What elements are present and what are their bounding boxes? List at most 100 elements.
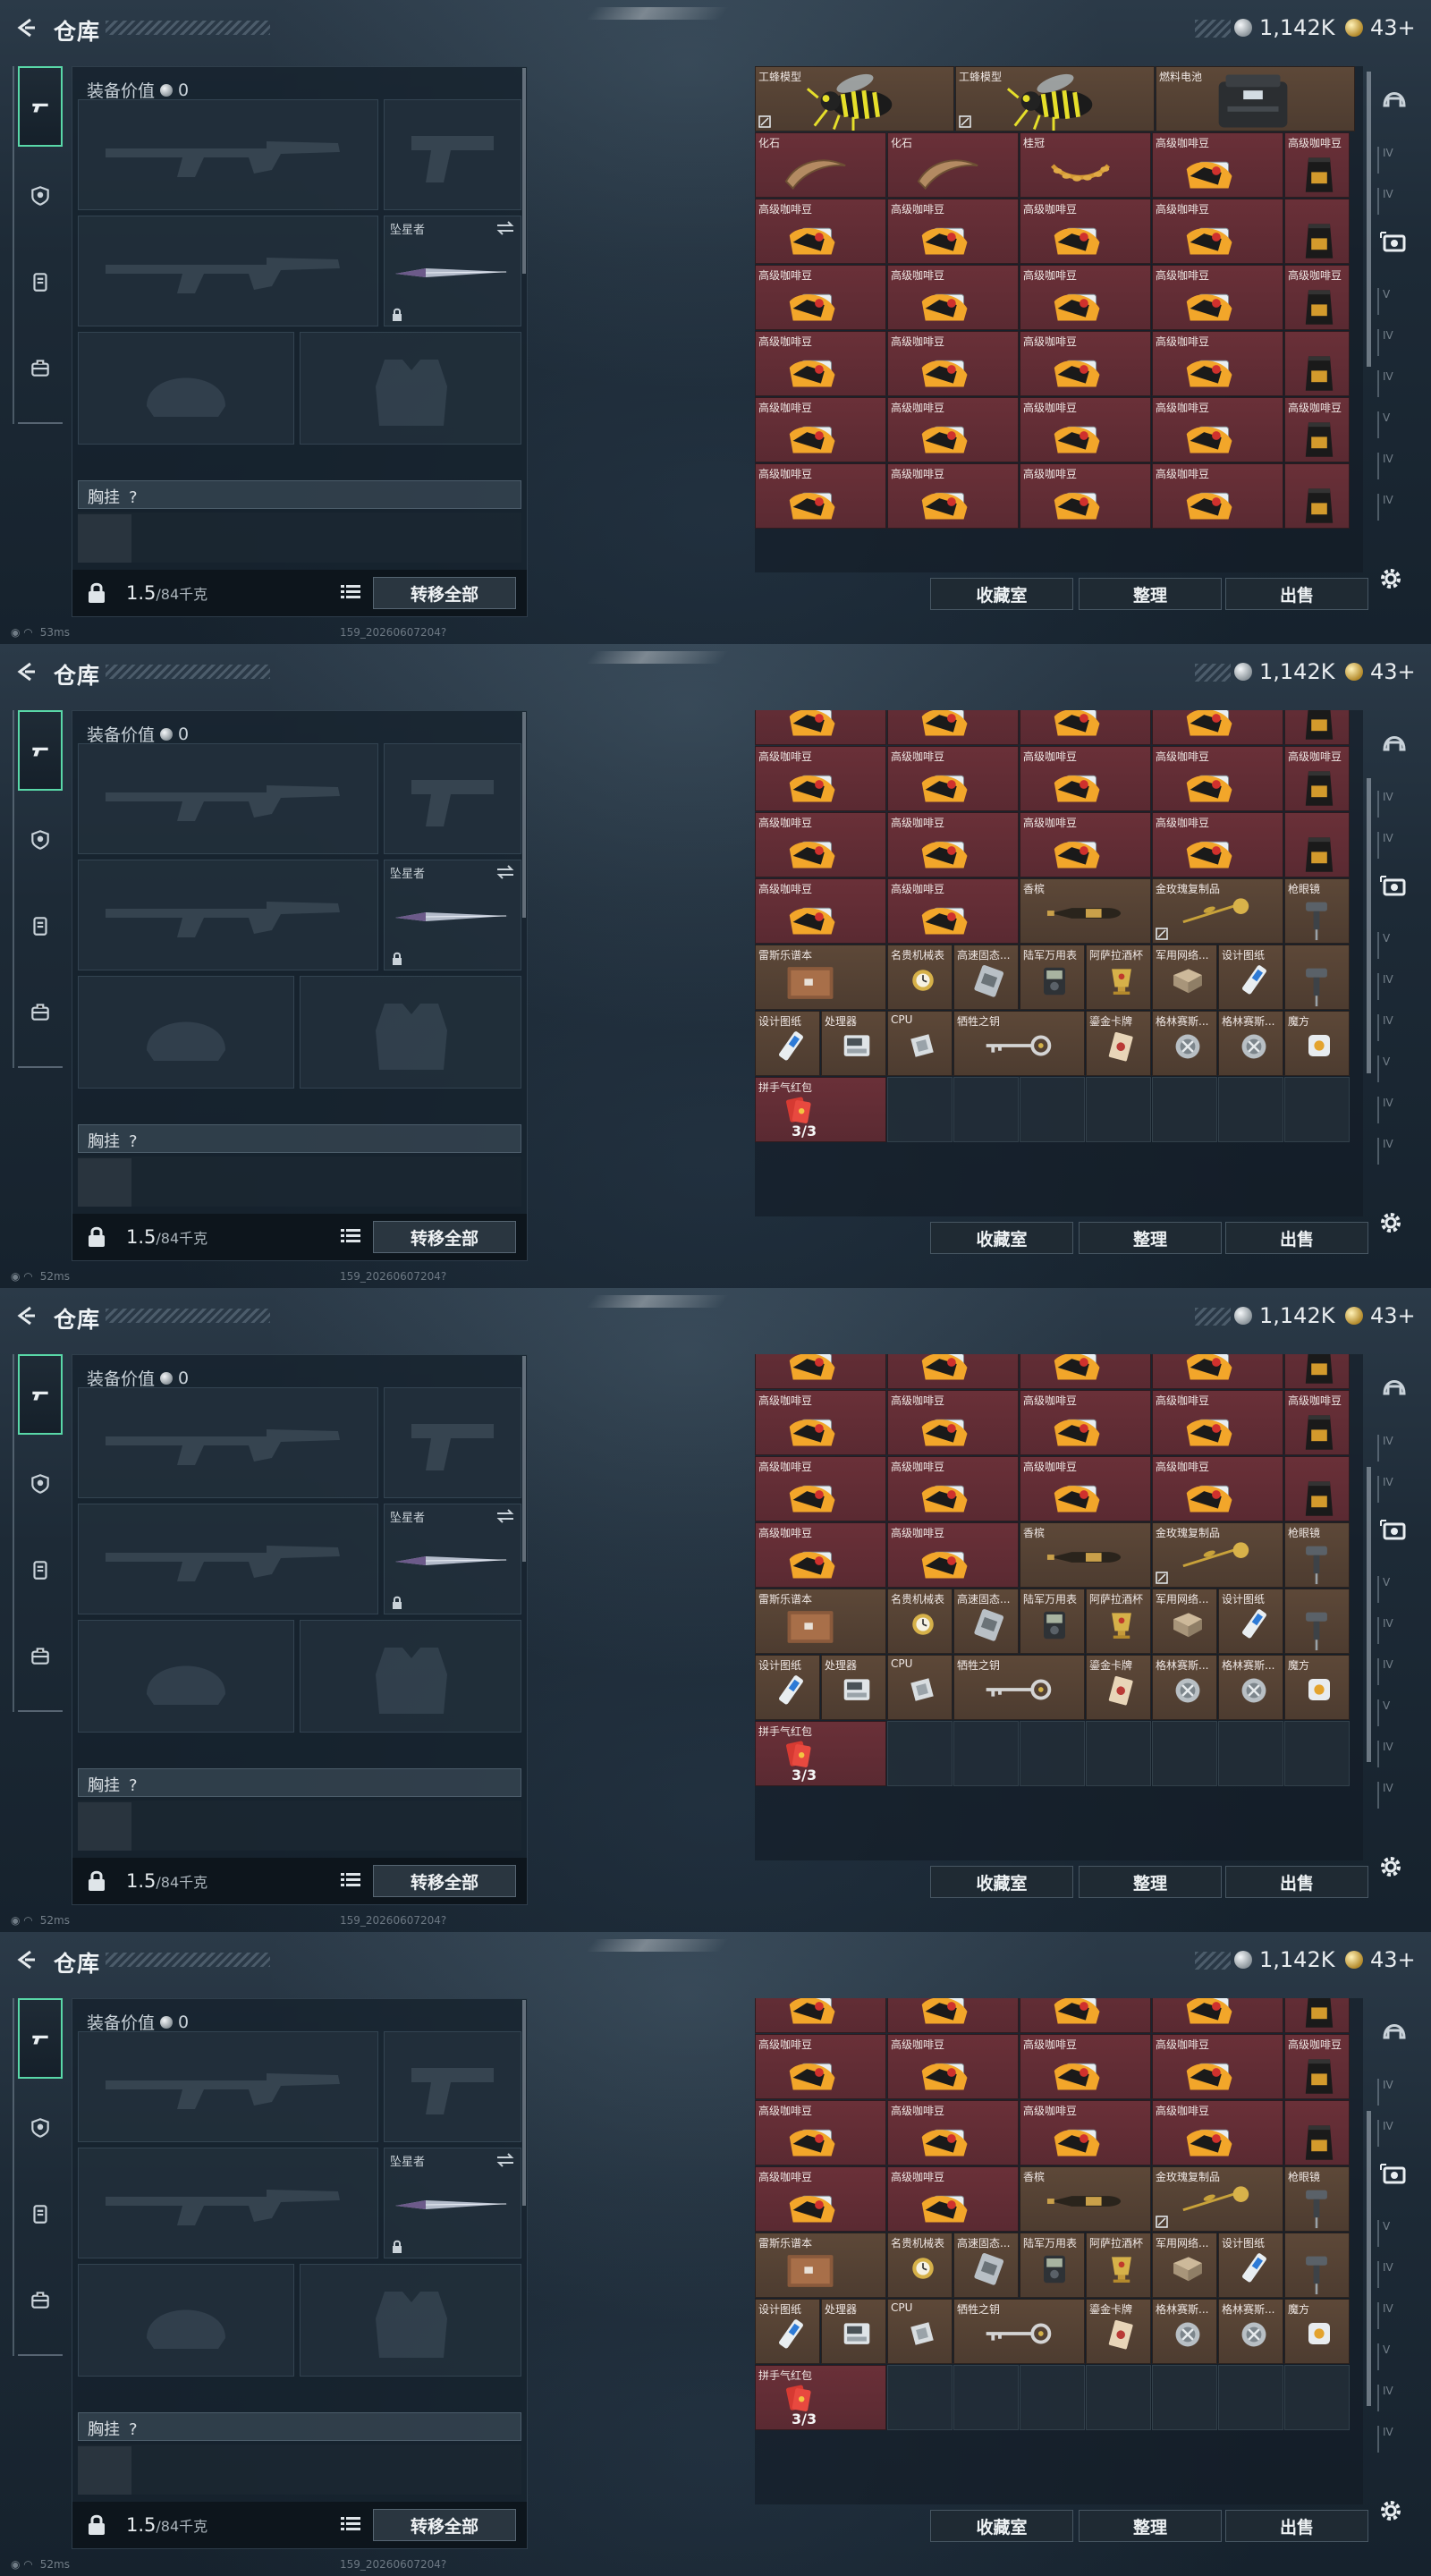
list-icon[interactable] <box>341 1872 360 1888</box>
inventory-item[interactable]: 高级咖啡豆 <box>1284 265 1350 330</box>
inventory-item[interactable]: 高级咖啡豆 <box>1020 1998 1151 2033</box>
tab-chest-rig[interactable] <box>18 1530 63 1610</box>
inventory-item[interactable]: 高级咖啡豆 <box>1284 132 1350 198</box>
inventory-item[interactable]: 军用网络... <box>1152 1589 1217 1654</box>
equipment-scrollbar[interactable] <box>522 1356 526 1562</box>
level-filter[interactable]: IV <box>1377 1782 1410 1809</box>
inventory-item[interactable]: 香槟 <box>1020 878 1151 944</box>
inventory-item[interactable]: 高级咖啡豆 <box>755 1998 886 2033</box>
inventory-item[interactable]: 高级咖啡豆 <box>887 397 1019 462</box>
inventory-item[interactable]: 陆军万用表 <box>1020 1589 1085 1654</box>
sort-button[interactable]: 整理 <box>1079 1866 1222 1898</box>
armor-slot[interactable] <box>300 1620 521 1733</box>
level-filter[interactable]: V <box>1377 1055 1410 1082</box>
inventory-item[interactable]: 燃料电池 <box>1156 66 1355 131</box>
inventory-item[interactable]: 高级咖啡豆 <box>1152 1354 1283 1389</box>
chest-rig-header[interactable]: 胸挂? <box>78 1124 521 1153</box>
inventory-item[interactable]: 高级咖啡豆 <box>1152 746 1283 811</box>
sell-button[interactable]: 出售 <box>1225 1866 1368 1898</box>
tab-chest-rig[interactable] <box>18 886 63 966</box>
inventory-item[interactable]: 金玫瑰复制品 <box>1152 2166 1283 2232</box>
inventory-item[interactable]: 高级咖啡豆 <box>887 331 1019 396</box>
level-filter[interactable]: V <box>1377 2220 1410 2247</box>
inventory-item[interactable]: 魔方 <box>1284 2299 1350 2364</box>
inventory-item[interactable]: 高级咖啡豆 <box>1152 397 1283 462</box>
inventory-item[interactable]: 格林赛斯... <box>1152 2299 1217 2364</box>
inventory-item[interactable]: 高级咖啡豆 <box>755 710 886 745</box>
level-filter[interactable]: IV <box>1377 1741 1410 1767</box>
level-filter[interactable]: V <box>1377 2343 1410 2370</box>
inventory-item[interactable]: 高级咖啡豆 <box>755 331 886 396</box>
helmet-filter-icon[interactable] <box>1379 1370 1410 1401</box>
inventory-item[interactable] <box>1284 945 1350 1010</box>
inventory-item[interactable]: 高级咖啡豆 <box>887 199 1019 264</box>
level-filter[interactable]: IV <box>1377 1138 1410 1165</box>
scan-filter-icon[interactable] <box>1379 1515 1410 1546</box>
melee-slot[interactable]: 坠星者 <box>384 2148 521 2258</box>
inventory-item[interactable]: 阿萨拉酒杯 <box>1086 1589 1151 1654</box>
inventory-item[interactable]: 高级咖啡豆 <box>755 2166 886 2232</box>
level-filter[interactable]: IV <box>1377 453 1410 479</box>
level-filter[interactable]: V <box>1377 411 1410 438</box>
level-filter[interactable]: IV <box>1377 1476 1410 1503</box>
inventory-item[interactable]: 金玫瑰复制品 <box>1152 1522 1283 1588</box>
secondary-weapon-slot[interactable] <box>78 860 378 970</box>
melee-slot[interactable]: 坠星者 <box>384 1504 521 1614</box>
inventory-item[interactable]: 阿萨拉酒杯 <box>1086 2233 1151 2298</box>
transfer-all-button[interactable]: 转移全部 <box>373 1865 516 1897</box>
inventory-item[interactable]: 高级咖啡豆 <box>755 463 886 529</box>
inventory-item[interactable]: 军用网络... <box>1152 945 1217 1010</box>
inventory-item[interactable]: 高级咖啡豆 <box>1284 397 1350 462</box>
scan-filter-icon[interactable] <box>1379 2159 1410 2190</box>
inventory-item[interactable]: 高级咖啡豆 <box>887 2166 1019 2232</box>
back-button[interactable] <box>13 1302 39 1329</box>
sell-button[interactable]: 出售 <box>1225 578 1368 610</box>
level-filter[interactable]: V <box>1377 1576 1410 1603</box>
tab-chest-rig[interactable] <box>18 2174 63 2254</box>
tab-weapons[interactable] <box>18 710 63 791</box>
inventory-item[interactable]: 高级咖啡豆 <box>1152 132 1283 198</box>
inventory-item[interactable]: 雷斯乐谱本 <box>755 945 886 1010</box>
inventory-item[interactable]: 高级咖啡豆 <box>755 265 886 330</box>
level-filter[interactable]: V <box>1377 932 1410 959</box>
equipment-scrollbar[interactable] <box>522 68 526 274</box>
inventory-item[interactable]: 高级咖啡豆 <box>1020 331 1151 396</box>
list-icon[interactable] <box>341 584 360 600</box>
inventory-item[interactable]: 高级咖啡豆 <box>1152 710 1283 745</box>
equipment-scrollbar[interactable] <box>522 2000 526 2206</box>
inventory-item[interactable]: 雷斯乐谱本 <box>755 1589 886 1654</box>
inventory-item[interactable]: 香槟 <box>1020 2166 1151 2232</box>
inventory-item[interactable]: 鎏金卡牌 <box>1086 1655 1151 1720</box>
inventory-item[interactable]: 高级咖啡豆 <box>1020 710 1151 745</box>
tab-backpack[interactable] <box>18 1615 63 1696</box>
inventory-item[interactable]: 高级咖啡豆 <box>1020 812 1151 877</box>
inventory-item[interactable]: 高级咖啡豆 <box>755 1390 886 1455</box>
armor-slot[interactable] <box>300 2264 521 2377</box>
gear-icon[interactable] <box>1377 565 1404 592</box>
chest-rig-header[interactable]: 胸挂? <box>78 1768 521 1797</box>
inventory-item[interactable]: 高级咖啡豆 <box>1152 199 1283 264</box>
level-filter[interactable]: IV <box>1377 1014 1410 1041</box>
inventory-item[interactable]: 高级咖啡豆 <box>1152 265 1283 330</box>
melee-slot[interactable]: 坠星者 <box>384 216 521 326</box>
level-filter[interactable]: V <box>1377 1699 1410 1726</box>
inventory-item[interactable]: 桂冠 <box>1020 132 1151 198</box>
secondary-weapon-slot[interactable] <box>78 1504 378 1614</box>
inventory-item[interactable]: 高级咖啡豆 <box>1152 1998 1283 2033</box>
inventory-item[interactable]: 高级咖啡豆 <box>1152 1390 1283 1455</box>
inventory-item[interactable]: 高级咖啡豆 <box>1020 397 1151 462</box>
inventory-item[interactable]: 设计图纸 <box>1218 1589 1283 1654</box>
inventory-item[interactable]: 魔方 <box>1284 1655 1350 1720</box>
inventory-item[interactable]: 高级咖啡豆 <box>755 2100 886 2165</box>
inventory-item[interactable]: 高级咖啡豆 <box>1284 2034 1350 2099</box>
inventory-item[interactable]: 牺牲之钥 <box>953 2299 1085 2364</box>
sort-button[interactable]: 整理 <box>1079 1222 1222 1254</box>
inventory-item[interactable]: 枪眼镜 <box>1284 2166 1350 2232</box>
tab-chest-rig[interactable] <box>18 242 63 322</box>
inventory-item[interactable] <box>1284 1998 1350 2033</box>
inventory-item[interactable]: 高级咖啡豆 <box>1020 199 1151 264</box>
inventory-item[interactable]: 设计图纸 <box>755 2299 820 2364</box>
transfer-all-button[interactable]: 转移全部 <box>373 577 516 609</box>
inventory-item[interactable]: 高级咖啡豆 <box>1020 746 1151 811</box>
inventory-item[interactable]: 格林赛斯... <box>1218 1655 1283 1720</box>
